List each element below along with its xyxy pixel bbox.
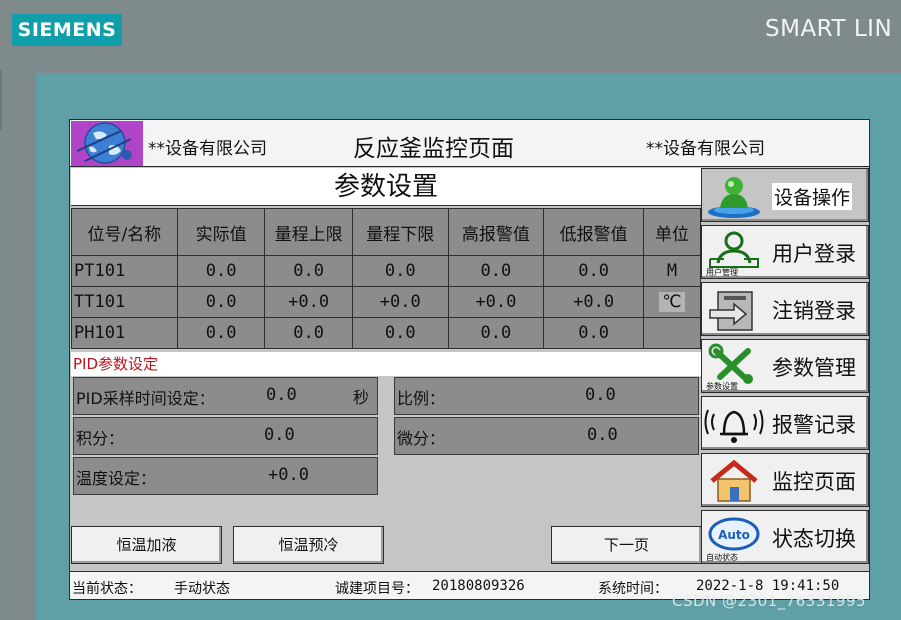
pid-derivative-value[interactable]: 0.0 (587, 425, 618, 445)
low-alarm-input[interactable]: 0.0 (543, 317, 644, 349)
high-alarm-input[interactable]: +0.0 (447, 286, 545, 318)
nav-state-switch[interactable]: Auto 自动状态 状态切换 (701, 510, 869, 564)
range-high-input[interactable]: 0.0 (264, 317, 353, 349)
table-row: TT101 0.0 +0.0 +0.0 +0.0 +0.0 ℃ (71, 286, 702, 318)
pid-sample-time-label: PID采样时间设定： (76, 389, 215, 408)
col-header-range-high: 量程上限 (264, 208, 353, 256)
col-header-range-low: 量程下限 (351, 208, 449, 256)
unit-celsius: ℃ (659, 292, 685, 312)
actual-value-cell: 0.0 (176, 317, 266, 349)
temperature-setpoint-label: 温度设定： (76, 469, 157, 488)
range-low-input[interactable]: +0.0 (351, 286, 449, 318)
section-title: 参数设置 (71, 168, 701, 206)
next-page-button[interactable]: 下一页 (551, 526, 702, 564)
table-header-row: 位号/名称 实际值 量程上限 量程下限 高报警值 低报警值 单位 (71, 208, 702, 256)
pid-derivative-label: 微分： (397, 429, 446, 448)
parameter-panel: 参数设置 位号/名称 实际值 量程上限 量程下限 高报警值 低报警值 单位 PT… (71, 168, 702, 598)
tag-cell: TT101 (71, 286, 178, 318)
low-alarm-input[interactable]: 0.0 (543, 255, 644, 287)
siemens-logo: SIEMENS (12, 14, 122, 46)
col-header-high-alarm: 高报警值 (447, 208, 545, 256)
nav-parameter-management[interactable]: 参数设置 参数管理 (701, 339, 869, 393)
unit-cell: ℃ (642, 286, 702, 318)
unit-cell: M (642, 255, 702, 287)
high-alarm-input[interactable]: 0.0 (447, 255, 545, 287)
col-header-low-alarm: 低报警值 (543, 208, 644, 256)
table-row: PH101 0.0 0.0 0.0 0.0 0.0 (71, 317, 702, 349)
pid-proportional-label: 比例： (397, 389, 446, 408)
alarm-bell-icon (704, 400, 764, 448)
frame-edge (0, 70, 2, 130)
nav-label: 报警记录 (772, 413, 856, 437)
actual-value-cell: 0.0 (176, 286, 266, 318)
device-operation-icon (704, 172, 764, 220)
unit-cell (642, 317, 702, 349)
logout-icon (704, 286, 764, 334)
temperature-setpoint-field[interactable]: 温度设定： +0.0 (73, 457, 378, 495)
company-name-left: **设备有限公司 (148, 139, 267, 159)
nav-device-operation[interactable]: 设备操作 (701, 168, 869, 222)
pid-section-label: PID参数设定 (71, 352, 701, 376)
pid-proportional-value[interactable]: 0.0 (585, 385, 616, 405)
tools-icon: 参数设置 (704, 343, 764, 391)
range-low-input[interactable]: 0.0 (351, 317, 449, 349)
parameter-table: 位号/名称 实际值 量程上限 量程下限 高报警值 低报警值 单位 PT101 0… (71, 208, 702, 349)
current-state-value: 手动状态 (174, 581, 230, 597)
range-high-input[interactable]: +0.0 (264, 286, 353, 318)
temperature-setpoint-value[interactable]: +0.0 (268, 465, 309, 485)
pid-sample-time-value[interactable]: 0.0 (266, 385, 297, 405)
pid-sample-time-unit: 秒 (353, 388, 370, 407)
project-number-value: 20180809326 (432, 578, 525, 594)
range-high-input[interactable]: 0.0 (264, 255, 353, 287)
svg-text:Auto: Auto (718, 528, 750, 542)
nav-label: 监控页面 (772, 470, 856, 494)
nav-label: 参数管理 (772, 356, 856, 380)
hmi-screen: **设备有限公司 反应釜监控页面 **设备有限公司 参数设置 位号/名称 实际值… (69, 119, 870, 600)
pid-sample-time-field[interactable]: PID采样时间设定： 0.0 秒 (73, 377, 378, 415)
col-header-tag: 位号/名称 (71, 208, 178, 256)
nav-logout[interactable]: 注销登录 (701, 282, 869, 336)
heat-fill-button[interactable]: 恒温加液 (71, 526, 222, 564)
pid-integral-label: 积分： (76, 429, 125, 448)
col-header-unit: 单位 (642, 208, 702, 256)
nav-label: 状态切换 (772, 527, 856, 551)
user-management-icon: 用户管理 (704, 229, 764, 277)
high-alarm-input[interactable]: 0.0 (447, 317, 545, 349)
nav-label: 用户登录 (772, 242, 856, 266)
pid-proportional-field[interactable]: 比例： 0.0 (394, 377, 699, 415)
nav-panel: 设备操作 用户管理 用户登录 注销登录 参数设置 参数管理 报警记录 监控页面 … (701, 168, 869, 570)
nav-user-login[interactable]: 用户管理 用户登录 (701, 225, 869, 279)
nav-label: 设备操作 (772, 183, 853, 210)
home-icon (704, 457, 764, 505)
nav-icon-caption: 参数设置 (706, 382, 738, 391)
globe-network-icon (71, 121, 143, 166)
nav-alarm-records[interactable]: 报警记录 (701, 396, 869, 450)
precool-button[interactable]: 恒温预冷 (233, 526, 384, 564)
range-low-input[interactable]: 0.0 (351, 255, 449, 287)
nav-icon-caption: 自动状态 (706, 553, 738, 562)
actual-value-cell: 0.0 (176, 255, 266, 287)
pid-derivative-field[interactable]: 微分： 0.0 (394, 417, 699, 455)
tag-cell: PH101 (71, 317, 178, 349)
project-number-label: 诚建项目号： (335, 581, 419, 597)
system-time-label: 系统时间： (598, 581, 668, 597)
company-name-right: **设备有限公司 (646, 139, 765, 159)
panel-series-label: SMART LIN (765, 16, 893, 42)
current-state-label: 当前状态： (72, 581, 142, 597)
csdn-watermark: CSDN @2301_76331995 (672, 592, 867, 610)
auto-mode-icon: Auto 自动状态 (704, 514, 764, 562)
hmi-header: **设备有限公司 反应釜监控页面 **设备有限公司 (70, 120, 869, 167)
nav-label: 注销登录 (772, 299, 856, 323)
tag-cell: PT101 (71, 255, 178, 287)
pid-integral-value[interactable]: 0.0 (264, 425, 295, 445)
low-alarm-input[interactable]: +0.0 (543, 286, 644, 318)
page-title: 反应釜监控页面 (353, 136, 514, 162)
col-header-actual: 实际值 (176, 208, 266, 256)
nav-icon-caption: 用户管理 (706, 268, 738, 277)
nav-monitor-page[interactable]: 监控页面 (701, 453, 869, 507)
table-row: PT101 0.0 0.0 0.0 0.0 0.0 M (71, 255, 702, 287)
pid-integral-field[interactable]: 积分： 0.0 (73, 417, 378, 455)
